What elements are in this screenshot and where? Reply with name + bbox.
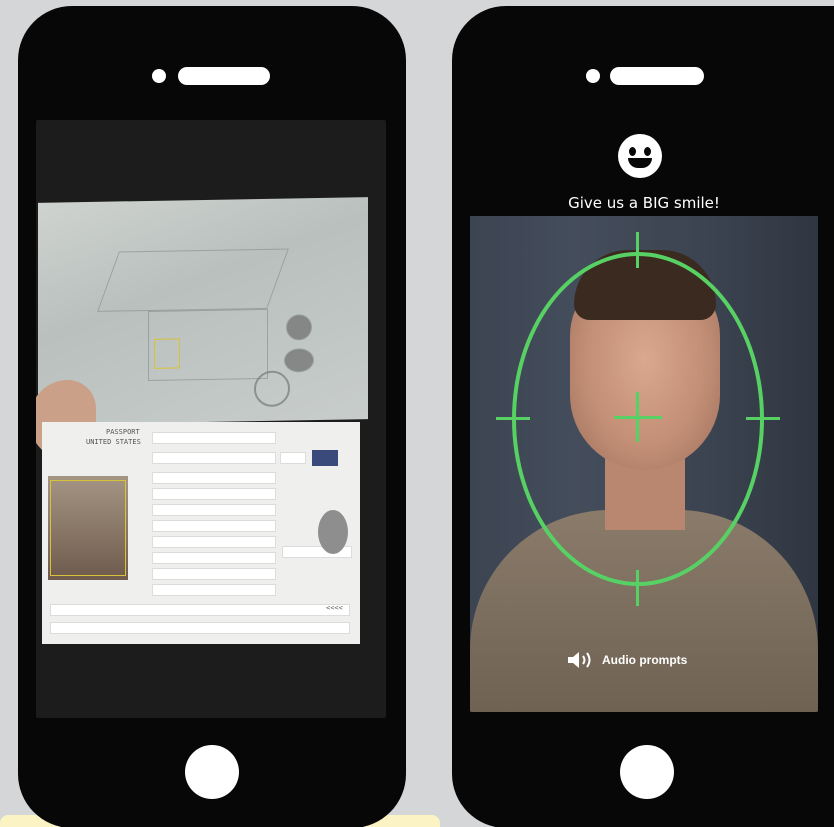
speaker-grille <box>610 67 704 85</box>
hologram-face-box <box>154 338 180 369</box>
face-capture-screen: Give us a BIG smile! Audio prompts <box>470 120 818 712</box>
guide-tick-left <box>496 417 530 420</box>
phone-right: Give us a BIG smile! Audio prompts <box>452 6 834 827</box>
passport-header-label: PASSPORT <box>106 428 140 436</box>
speaker-icon <box>566 649 596 671</box>
camera-dot <box>152 69 166 83</box>
detected-face-box <box>50 480 126 576</box>
phone-left: PASSPORT UNITED STATES <<<< <box>18 6 406 827</box>
passport-camera-view: PASSPORT UNITED STATES <<<< <box>36 120 386 718</box>
guide-tick-top <box>636 232 639 268</box>
speaker-grille <box>178 67 270 85</box>
guide-tick-bottom <box>636 570 639 606</box>
smile-prompt: Give us a BIG smile! <box>568 194 720 212</box>
home-button[interactable] <box>620 745 674 799</box>
guide-center-horizontal <box>614 416 662 419</box>
guide-tick-right <box>746 417 780 420</box>
mrz-tail: <<<< <box>326 604 343 612</box>
passport-flag <box>312 450 338 466</box>
passport-ghost-photo <box>318 510 348 554</box>
home-button[interactable] <box>185 745 239 799</box>
document-scan-screen: PASSPORT UNITED STATES <<<< <box>36 120 386 718</box>
camera-dot <box>586 69 600 83</box>
prompt-bar: Give us a BIG smile! <box>470 120 818 216</box>
smile-emoji-icon <box>618 134 662 178</box>
passport-header-country: UNITED STATES <box>86 438 141 446</box>
audio-prompts-toggle[interactable]: Audio prompts <box>566 648 687 672</box>
audio-prompts-label: Audio prompts <box>602 653 688 667</box>
